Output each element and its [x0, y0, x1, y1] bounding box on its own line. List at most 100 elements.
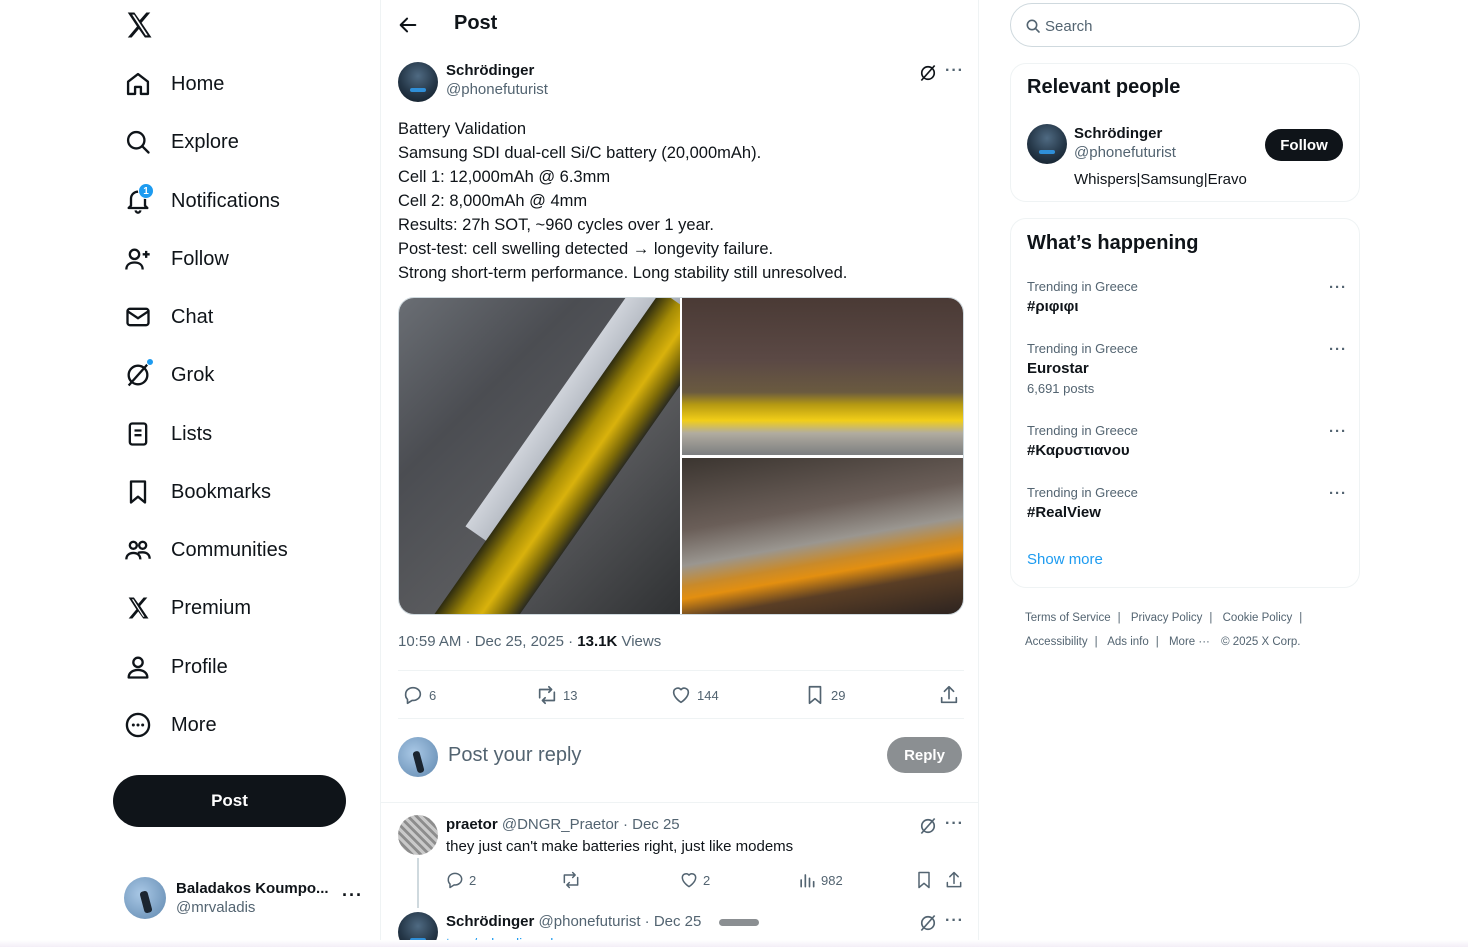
trend-more-icon[interactable]: ··· — [1329, 279, 1347, 296]
grok-icon[interactable] — [918, 816, 938, 836]
trend-more-icon[interactable]: ··· — [1329, 341, 1347, 358]
search-box — [1010, 3, 1360, 47]
reply-input[interactable]: Post your reply — [448, 744, 581, 767]
repost-action[interactable] — [561, 870, 585, 890]
left-navigation: Home Explore 1 Notifications Follow Chat… — [0, 0, 380, 947]
comment-more-icon[interactable]: ··· — [945, 912, 964, 930]
post-text: Battery Validation Samsung SDI dual-cell… — [398, 117, 958, 285]
nav-communities[interactable]: Communities — [124, 530, 288, 570]
post-timestamp[interactable]: 10:59 AM · Dec 25, 2025 · — [398, 633, 577, 650]
nav-lists[interactable]: Lists — [124, 414, 212, 454]
like-action[interactable]: 2 — [679, 870, 710, 890]
bookmark-action[interactable]: 29 — [803, 684, 845, 706]
battery-photo-2[interactable] — [682, 298, 963, 455]
account-names: Baladakos Koumpo... @mrvaladis — [176, 880, 329, 916]
post-line: Battery Validation — [398, 120, 527, 138]
comment-author-name[interactable]: Schrödinger — [446, 913, 534, 930]
search-input[interactable] — [1045, 16, 1345, 36]
page-title: Post — [454, 12, 498, 34]
footer-link[interactable]: Accessibility — [1025, 636, 1088, 648]
nav-explore[interactable]: Explore — [124, 122, 239, 162]
show-more-link[interactable]: Show more — [1027, 551, 1103, 568]
author-name[interactable]: Schrödinger — [446, 62, 548, 79]
trend-context: Trending in Greece — [1027, 341, 1138, 356]
views-action[interactable]: 982 — [797, 870, 843, 890]
divider — [398, 670, 964, 671]
nav-chat[interactable]: Chat — [124, 297, 213, 337]
comment-more-icon[interactable]: ··· — [945, 815, 964, 833]
thread-line — [417, 858, 419, 908]
reply-button[interactable]: Reply — [887, 737, 962, 773]
back-arrow-icon[interactable] — [397, 14, 419, 36]
nav-premium-label: Premium — [171, 596, 252, 619]
card-title: Relevant people — [1027, 76, 1181, 98]
nav-follow-label: Follow — [171, 247, 229, 270]
author-handle[interactable]: @phonefuturist — [446, 81, 548, 98]
account-switcher[interactable]: Baladakos Koumpo... @mrvaladis ··· — [124, 875, 374, 921]
search-icon — [1026, 19, 1040, 33]
repost-action[interactable]: 13 — [535, 684, 577, 706]
nav-premium[interactable]: Premium — [124, 588, 251, 628]
comment-author-name[interactable]: praetor — [446, 816, 498, 833]
nav-lists-label: Lists — [171, 422, 213, 445]
window-edge — [0, 940, 1468, 947]
account-more-icon[interactable]: ··· — [342, 885, 363, 906]
grok-icon[interactable] — [918, 913, 938, 933]
views-label: Views — [617, 633, 662, 650]
share-action[interactable] — [937, 684, 965, 706]
battery-photo-3[interactable] — [682, 458, 963, 614]
bookmark-action[interactable] — [914, 870, 938, 890]
follow-button[interactable]: Follow — [1265, 129, 1343, 161]
post-author[interactable]: Schrödinger @phonefuturist — [398, 62, 548, 102]
comment-author-handle[interactable]: @DNGR_Praetor · Dec 25 — [502, 816, 680, 833]
nav-follow[interactable]: Follow — [124, 239, 229, 279]
footer-link[interactable]: Terms of Service — [1025, 612, 1111, 624]
trend-item[interactable]: Trending in Greece #ριφιφι ··· — [1027, 279, 1347, 315]
avatar[interactable] — [398, 815, 438, 855]
post-line: Cell 1: 12,000mAh @ 6.3mm — [398, 168, 611, 186]
grok-icon[interactable] — [918, 63, 938, 83]
nav-home[interactable]: Home — [124, 64, 224, 104]
relevant-person-bio: Whispers|Samsung|Eravo — [1074, 171, 1247, 188]
footer-link[interactable]: More ··· — [1169, 636, 1210, 648]
avatar[interactable] — [1027, 124, 1067, 164]
reply-action[interactable]: 6 — [401, 684, 436, 706]
avatar[interactable] — [398, 62, 438, 102]
footer-link[interactable]: Cookie Policy — [1223, 612, 1293, 624]
share-action[interactable] — [944, 870, 968, 890]
notification-badge: 1 — [138, 183, 154, 199]
footer-link[interactable]: Ads info — [1107, 636, 1149, 648]
x-logo-icon[interactable] — [124, 10, 154, 40]
nav-more[interactable]: More — [124, 705, 217, 745]
reply-action[interactable]: 2 — [445, 870, 476, 890]
post-line: Strong short-term performance. Long stab… — [398, 264, 848, 282]
trend-item[interactable]: Trending in Greece Eurostar 6,691 posts … — [1027, 341, 1347, 396]
relevant-people-card: Relevant people Schrödinger @phonefuturi… — [1010, 63, 1360, 202]
follow-icon — [125, 248, 150, 270]
like-action[interactable]: 144 — [669, 684, 719, 706]
battery-photo-1[interactable] — [399, 298, 680, 614]
nav-notifications[interactable]: 1 Notifications — [124, 181, 280, 221]
main-column: Post Schrödinger @phonefuturist ··· Batt… — [380, 0, 979, 947]
trend-item[interactable]: Trending in Greece #RealView ··· — [1027, 485, 1347, 521]
trend-more-icon[interactable]: ··· — [1329, 485, 1347, 502]
post-button[interactable]: Post — [113, 775, 346, 827]
relevant-person-handle[interactable]: @phonefuturist — [1074, 144, 1176, 161]
account-handle: @mrvaladis — [176, 899, 256, 916]
comment-author-handle[interactable]: @phonefuturist · Dec 25 — [539, 913, 702, 930]
relevant-person-name[interactable]: Schrödinger — [1074, 125, 1176, 142]
like-count: 2 — [703, 872, 711, 888]
nav-grok[interactable]: Grok — [124, 355, 214, 395]
trend-item[interactable]: Trending in Greece #Καρυστιανου ··· — [1027, 423, 1347, 459]
footer-link[interactable]: Privacy Policy — [1131, 612, 1203, 624]
post-more-icon[interactable]: ··· — [945, 62, 964, 80]
nav-bookmarks[interactable]: Bookmarks — [124, 472, 271, 512]
like-count: 144 — [697, 687, 719, 703]
trend-more-icon[interactable]: ··· — [1329, 423, 1347, 440]
nav-profile[interactable]: Profile — [124, 647, 228, 687]
repost-icon — [538, 685, 556, 705]
nav-more-label: More — [171, 713, 217, 736]
trend-name: #ριφιφι — [1027, 298, 1079, 315]
repost-count: 13 — [563, 687, 578, 703]
nav-grok-label: Grok — [171, 363, 215, 386]
